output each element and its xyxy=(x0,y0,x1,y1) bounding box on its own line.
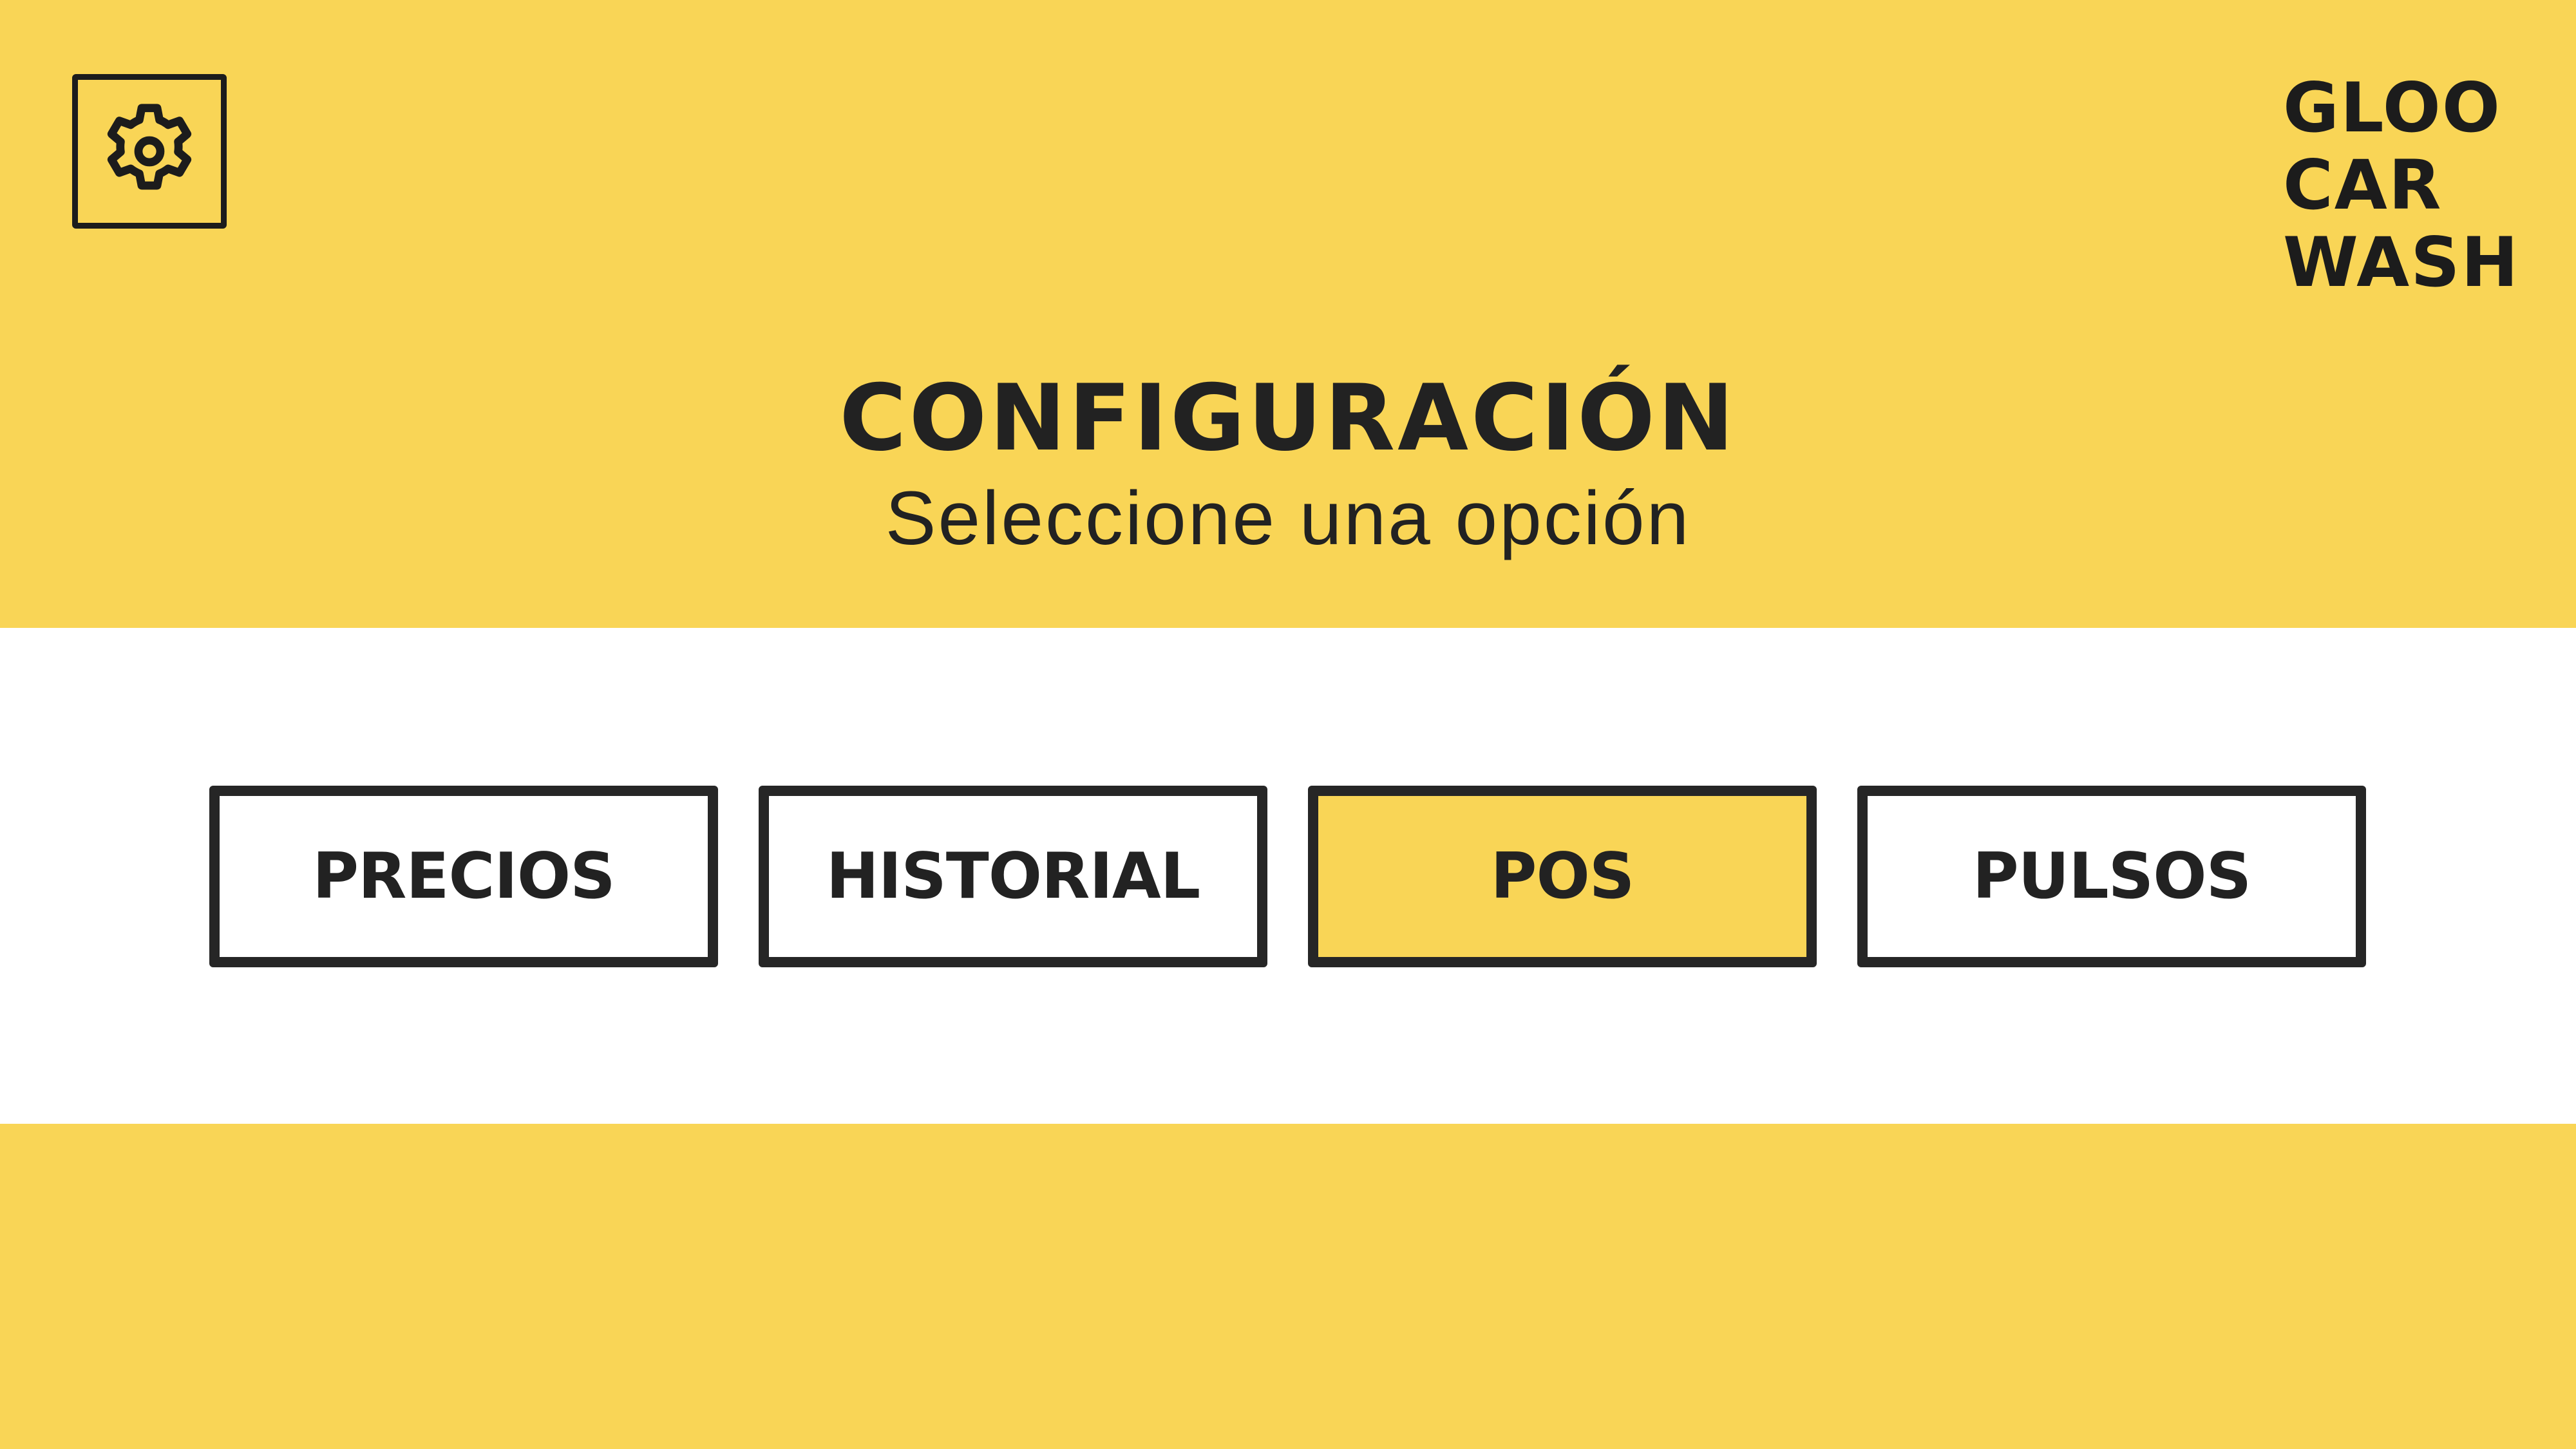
pulsos-button[interactable]: PULSOS xyxy=(1857,786,2366,967)
historial-button[interactable]: HISTORIAL xyxy=(759,786,1267,967)
brand-logo: GLOO CAR WASH xyxy=(2283,70,2541,301)
logo-line: GLOO xyxy=(2283,68,2501,147)
pulsos-button-label: PULSOS xyxy=(1972,840,2251,913)
logo-line: WASH xyxy=(2283,223,2520,302)
pos-button[interactable]: POS xyxy=(1308,786,1817,967)
gear-icon xyxy=(107,104,192,190)
settings-button[interactable] xyxy=(72,74,227,229)
precios-button-label: PRECIOS xyxy=(312,840,616,913)
page-title: CONFIGURACIÓN xyxy=(839,365,1737,471)
page-subtitle: Seleccione una opción xyxy=(885,476,1691,561)
footer-band xyxy=(0,1124,2576,1449)
historial-button-label: HISTORIAL xyxy=(826,840,1200,913)
logo-line: CAR xyxy=(2283,146,2443,225)
precios-button[interactable]: PRECIOS xyxy=(209,786,718,967)
pos-button-label: POS xyxy=(1490,840,1635,913)
